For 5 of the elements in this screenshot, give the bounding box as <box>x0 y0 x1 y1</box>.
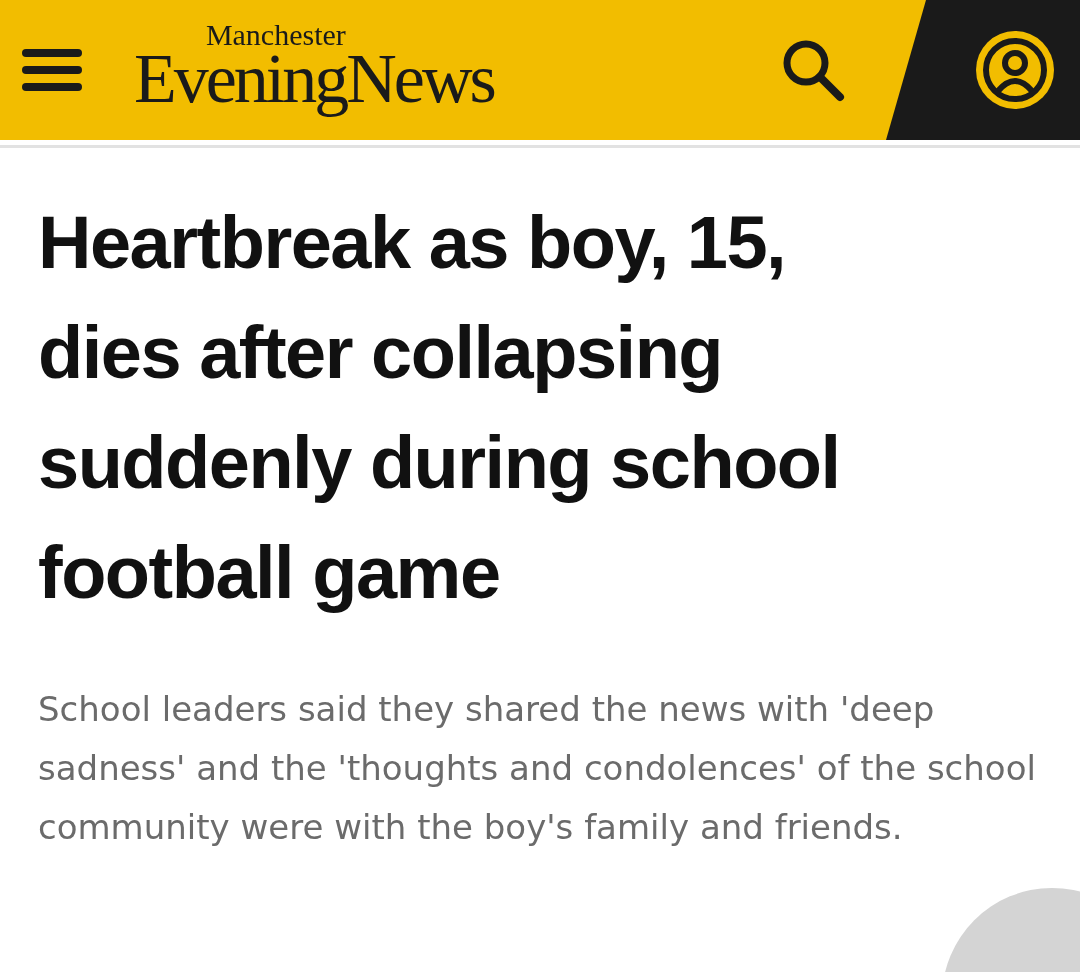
menu-button[interactable] <box>22 49 82 91</box>
article-standfirst: School leaders said they shared the news with 'deep sadness' and the 'thoughts and condolences' of the school community were with the boy's family and friends. <box>38 688 1037 849</box>
article-headline: Heartbreak as boy, 15, dies after collapsing suddenly during school football game <box>38 200 841 616</box>
user-icon <box>976 31 1054 109</box>
account-button[interactable] <box>976 31 1054 109</box>
